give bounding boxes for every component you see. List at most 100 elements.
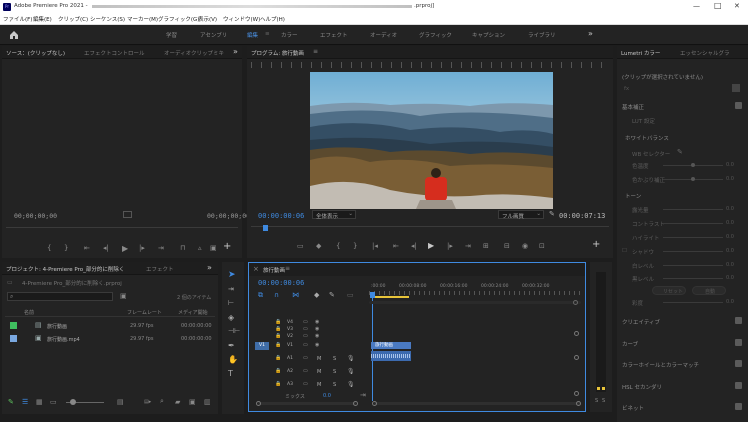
new-item-icon[interactable]: ▣: [189, 398, 196, 406]
mute-button[interactable]: M: [317, 382, 321, 388]
workspace-audio[interactable]: オーディオ: [370, 31, 397, 39]
program-button-editor-icon[interactable]: ▭: [297, 243, 304, 250]
program-tab-menu-icon[interactable]: ≡: [313, 48, 318, 55]
tab-audio-clip-mixer[interactable]: オーディオクリップミキ: [164, 49, 224, 57]
zoom-slider-thumb[interactable]: [70, 399, 76, 405]
lumetri-vignette[interactable]: ビネット: [622, 404, 742, 412]
source-patch-v1[interactable]: V1: [255, 342, 269, 350]
tab-effect-controls[interactable]: エフェクトコントロール: [84, 49, 145, 57]
video-track-header[interactable]: V1 🔒 V1 ▭ ◉: [249, 342, 585, 350]
tone-value[interactable]: 0.0: [726, 275, 734, 281]
lumetri-hdr-checkbox-icon[interactable]: ☐: [622, 248, 742, 254]
lock-icon[interactable]: 🔒: [275, 381, 281, 387]
timeline-vscroll-bottom[interactable]: [574, 391, 579, 396]
timeline-hscroll[interactable]: [256, 401, 358, 406]
menu-window[interactable]: ウィンドウ(W): [223, 15, 260, 23]
program-goto-out-icon[interactable]: ⇥: [465, 243, 471, 250]
timeline-vscroll-video[interactable]: [574, 331, 579, 336]
linked-selection-icon[interactable]: ⋈: [292, 291, 299, 299]
video-track-header[interactable]: 🔒 V2 ▭ ◉: [249, 333, 585, 341]
tone-value[interactable]: 0.0: [726, 206, 734, 212]
menu-edit[interactable]: 編集(E): [33, 15, 52, 23]
source-overwrite-icon[interactable]: ▵: [198, 245, 202, 252]
program-add-button-icon[interactable]: +: [592, 240, 600, 250]
playhead-marker[interactable]: [263, 225, 268, 231]
lock-icon[interactable]: 🔒: [275, 355, 281, 361]
program-extract-icon[interactable]: ⊟: [504, 243, 510, 250]
lumetri-basic[interactable]: 基本補正: [622, 103, 742, 111]
project-overflow-icon[interactable]: »: [207, 263, 212, 272]
lumetri-tone[interactable]: トーン: [625, 192, 745, 200]
temperature-value[interactable]: 0.0: [726, 162, 734, 168]
captions-icon[interactable]: ▭: [347, 291, 354, 299]
type-tool-icon[interactable]: T: [228, 369, 233, 378]
mute-button[interactable]: M: [317, 356, 321, 362]
razor-tool-icon[interactable]: ◈: [228, 313, 234, 322]
lock-icon[interactable]: 🔒: [275, 333, 281, 339]
source-add-button-icon[interactable]: +: [223, 242, 231, 252]
tone-slider[interactable]: [663, 209, 723, 210]
lumetri-white-balance[interactable]: ホワイトバランス: [625, 134, 745, 142]
eye-icon[interactable]: ◉: [315, 326, 319, 332]
program-quality-dropdown[interactable]: フル画質 ⌄: [498, 210, 544, 220]
microphone-icon[interactable]: 🎙: [347, 381, 355, 388]
mute-button[interactable]: M: [317, 369, 321, 375]
sync-lock-icon[interactable]: ▭: [303, 381, 308, 387]
source-insert-icon[interactable]: ⊓: [180, 245, 185, 252]
find-icon[interactable]: ⌕: [160, 397, 164, 406]
program-step-back-icon[interactable]: ◂|: [411, 243, 417, 250]
sync-lock-icon[interactable]: ▭: [303, 319, 308, 325]
snap-icon[interactable]: ∩: [274, 291, 279, 299]
program-compare-icon[interactable]: ⊡: [539, 243, 545, 250]
sync-lock-icon[interactable]: ▭: [303, 342, 308, 348]
tint-value[interactable]: 0.0: [726, 176, 734, 182]
source-goto-in-icon[interactable]: ⇤: [84, 245, 90, 252]
lumetri-dropdown-arrow-icon[interactable]: [732, 84, 740, 92]
program-step-fwd-icon[interactable]: |▸: [447, 243, 453, 250]
freeform-view-icon[interactable]: ▭: [50, 398, 57, 406]
label-color-swatch[interactable]: [10, 322, 17, 329]
column-frame-rate[interactable]: フレームレート: [127, 309, 162, 316]
trash-icon[interactable]: ▥: [204, 398, 211, 406]
timeline-ruler[interactable]: :00:00 00:00:08:00 00:00:16:00 00:00:24:…: [369, 281, 581, 299]
eye-icon[interactable]: ◉: [315, 319, 319, 325]
timeline-tab-menu-icon[interactable]: ≡: [285, 265, 290, 272]
wrench-icon[interactable]: ✎: [549, 210, 555, 218]
saturation-value[interactable]: 0.0: [726, 299, 734, 305]
lock-icon[interactable]: 🔒: [275, 368, 281, 374]
sync-lock-icon[interactable]: ▭: [303, 326, 308, 332]
playhead-handle[interactable]: [370, 292, 375, 298]
tab-project[interactable]: プロジェクト: 4-Premiere Pro_部分的に削除く: [6, 265, 124, 273]
tab-essential-graphics[interactable]: エッセンシャルグラ: [680, 49, 730, 57]
mix-value[interactable]: 0.0: [323, 393, 331, 399]
eye-icon[interactable]: ◉: [315, 342, 319, 348]
column-media-start[interactable]: メディア開始: [178, 309, 208, 316]
solo-button[interactable]: S: [333, 382, 336, 388]
source-mark-in-icon[interactable]: {: [47, 245, 51, 252]
track-select-tool-icon[interactable]: ⇥: [228, 285, 234, 293]
timeline-vscroll-audio[interactable]: [574, 355, 579, 360]
workspace-assembly[interactable]: アセンブリ: [200, 31, 227, 39]
lock-icon[interactable]: 🔒: [275, 326, 281, 332]
solo-button[interactable]: S: [333, 356, 336, 362]
source-settings-icon[interactable]: [123, 211, 132, 218]
tone-slider[interactable]: [663, 223, 723, 224]
automate-icon[interactable]: ▤▸: [144, 399, 151, 405]
tone-slider[interactable]: [663, 265, 723, 266]
program-lift-icon[interactable]: ⊞: [483, 243, 489, 250]
icon-view-icon[interactable]: ▦: [36, 398, 43, 406]
audio-track-header[interactable]: 🔒 A2 ▭ M S 🎙: [249, 367, 585, 377]
workspace-learn[interactable]: 学習: [166, 31, 177, 39]
list-item[interactable]: ▤ 旅行動画 29.97 fps 00:00:00:00: [5, 320, 215, 332]
new-bin-bottom-icon[interactable]: ▰: [175, 398, 180, 406]
eye-icon[interactable]: ◉: [315, 333, 319, 339]
minimize-button[interactable]: —: [693, 2, 700, 10]
add-marker-icon[interactable]: ◆: [314, 291, 319, 299]
menu-help[interactable]: ヘルプ(H): [260, 15, 285, 23]
hand-tool-icon[interactable]: ✋: [228, 355, 238, 364]
selection-tool-icon[interactable]: ➤: [228, 270, 236, 280]
mix-skip-icon[interactable]: ⇥: [360, 391, 366, 399]
source-goto-out-icon[interactable]: ⇥: [158, 245, 164, 252]
list-view-icon[interactable]: ☰: [22, 398, 28, 406]
lumetri-vignette-checkbox[interactable]: [735, 403, 742, 410]
